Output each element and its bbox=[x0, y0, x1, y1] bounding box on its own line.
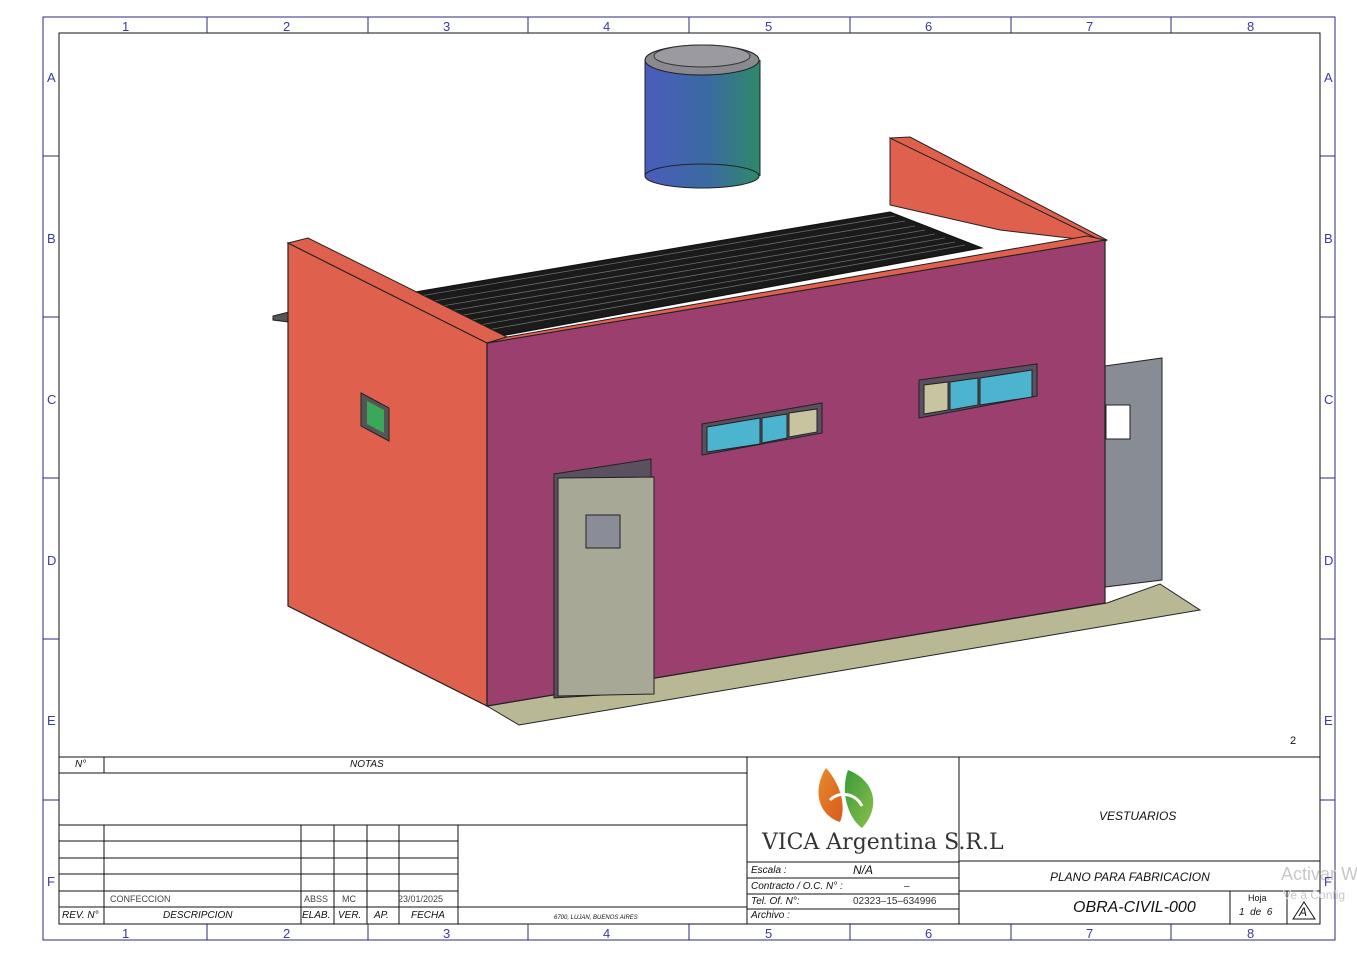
grid-column-top-1: 1 bbox=[122, 19, 130, 34]
grid-row-left-E: E bbox=[47, 713, 56, 728]
phone-value: 02323–15–634996 bbox=[853, 896, 937, 907]
grid-row-right-C: C bbox=[1324, 392, 1334, 407]
file-label: Archivo : bbox=[751, 910, 790, 921]
grid-column-bottom-3: 3 bbox=[443, 926, 451, 941]
grid-column-bottom-5: 5 bbox=[765, 926, 773, 941]
grid-row-left-B: B bbox=[47, 231, 56, 246]
leaf-logo bbox=[818, 768, 874, 828]
grid-row-right-F: F bbox=[1324, 874, 1332, 889]
revision-ver: MC bbox=[342, 894, 356, 904]
header-elab: ELAB. bbox=[302, 910, 331, 921]
drawing-title: VESTUARIOS bbox=[1099, 809, 1177, 823]
notes-col-notes: NOTAS bbox=[350, 759, 384, 770]
rear-panel bbox=[1104, 357, 1163, 588]
grid-row-left-F: F bbox=[47, 874, 55, 889]
grid-column-bottom-2: 2 bbox=[283, 926, 291, 941]
building-model bbox=[272, 44, 1202, 726]
header-description: DESCRIPCION bbox=[163, 910, 233, 921]
contract-value: – bbox=[904, 881, 910, 892]
sheet-label: Hoja bbox=[1248, 893, 1267, 903]
revision-date: 23/01/2025 bbox=[398, 894, 444, 904]
grid-column-bottom-8: 8 bbox=[1247, 926, 1255, 941]
grid-row-right-E: E bbox=[1324, 713, 1333, 728]
grid-column-top-6: 6 bbox=[925, 19, 933, 34]
revision-description: CONFECCION bbox=[110, 894, 171, 904]
revision-elab: ABSS bbox=[304, 894, 329, 904]
grid-column-top-7: 7 bbox=[1086, 19, 1094, 34]
grid-row-right-B: B bbox=[1324, 231, 1333, 246]
phone-label: Tel. Of. N°: bbox=[751, 896, 800, 907]
grid-column-bottom-4: 4 bbox=[603, 926, 611, 941]
door bbox=[557, 476, 655, 697]
sheet-of: 1 de 6 bbox=[1239, 907, 1273, 918]
header-rev: REV. N° bbox=[62, 910, 99, 921]
grid-row-right-D: D bbox=[1324, 553, 1334, 568]
rear-window bbox=[1105, 404, 1131, 440]
grid-row-right-A: A bbox=[1324, 70, 1333, 85]
header-date: FECHA bbox=[411, 910, 445, 921]
grid-column-bottom-1: 1 bbox=[122, 926, 130, 941]
door-window bbox=[585, 514, 621, 549]
drawing-code: OBRA-CIVIL-000 bbox=[1073, 899, 1196, 916]
scale-value: N/A bbox=[853, 863, 874, 877]
grid-row-left-A: A bbox=[47, 70, 56, 85]
grid-column-top-5: 5 bbox=[765, 19, 773, 34]
grid-column-bottom-7: 7 bbox=[1086, 926, 1094, 941]
sheet-revision: A bbox=[1299, 905, 1308, 919]
drawing-subtitle: PLANO PARA FABRICACION bbox=[1050, 870, 1210, 884]
address: 6700, LUJAN, BUENOS AIRES bbox=[554, 915, 638, 921]
company-name: VICA Argentina S.R.L bbox=[762, 830, 1004, 855]
gutter bbox=[272, 311, 290, 323]
watermark-line2: Ve a Config bbox=[1283, 888, 1346, 902]
view-number: 2 bbox=[1290, 735, 1297, 747]
grid-column-top-8: 8 bbox=[1247, 19, 1255, 34]
notes-col-number: N° bbox=[75, 759, 87, 770]
scale-label: Escala : bbox=[751, 865, 787, 876]
grid-row-left-C: C bbox=[47, 392, 57, 407]
header-ap: AP. bbox=[374, 910, 389, 921]
watermark-line1: Activar W bbox=[1281, 864, 1357, 884]
contract-label: Contracto / O.C. N° : bbox=[751, 881, 843, 892]
grid-column-top-4: 4 bbox=[603, 19, 611, 34]
grid-column-bottom-6: 6 bbox=[925, 926, 933, 941]
water-tank bbox=[644, 44, 761, 189]
header-ver: VER. bbox=[338, 910, 362, 921]
grid-row-left-D: D bbox=[47, 553, 57, 568]
grid-column-top-2: 2 bbox=[283, 19, 291, 34]
grid-column-top-3: 3 bbox=[443, 19, 451, 34]
